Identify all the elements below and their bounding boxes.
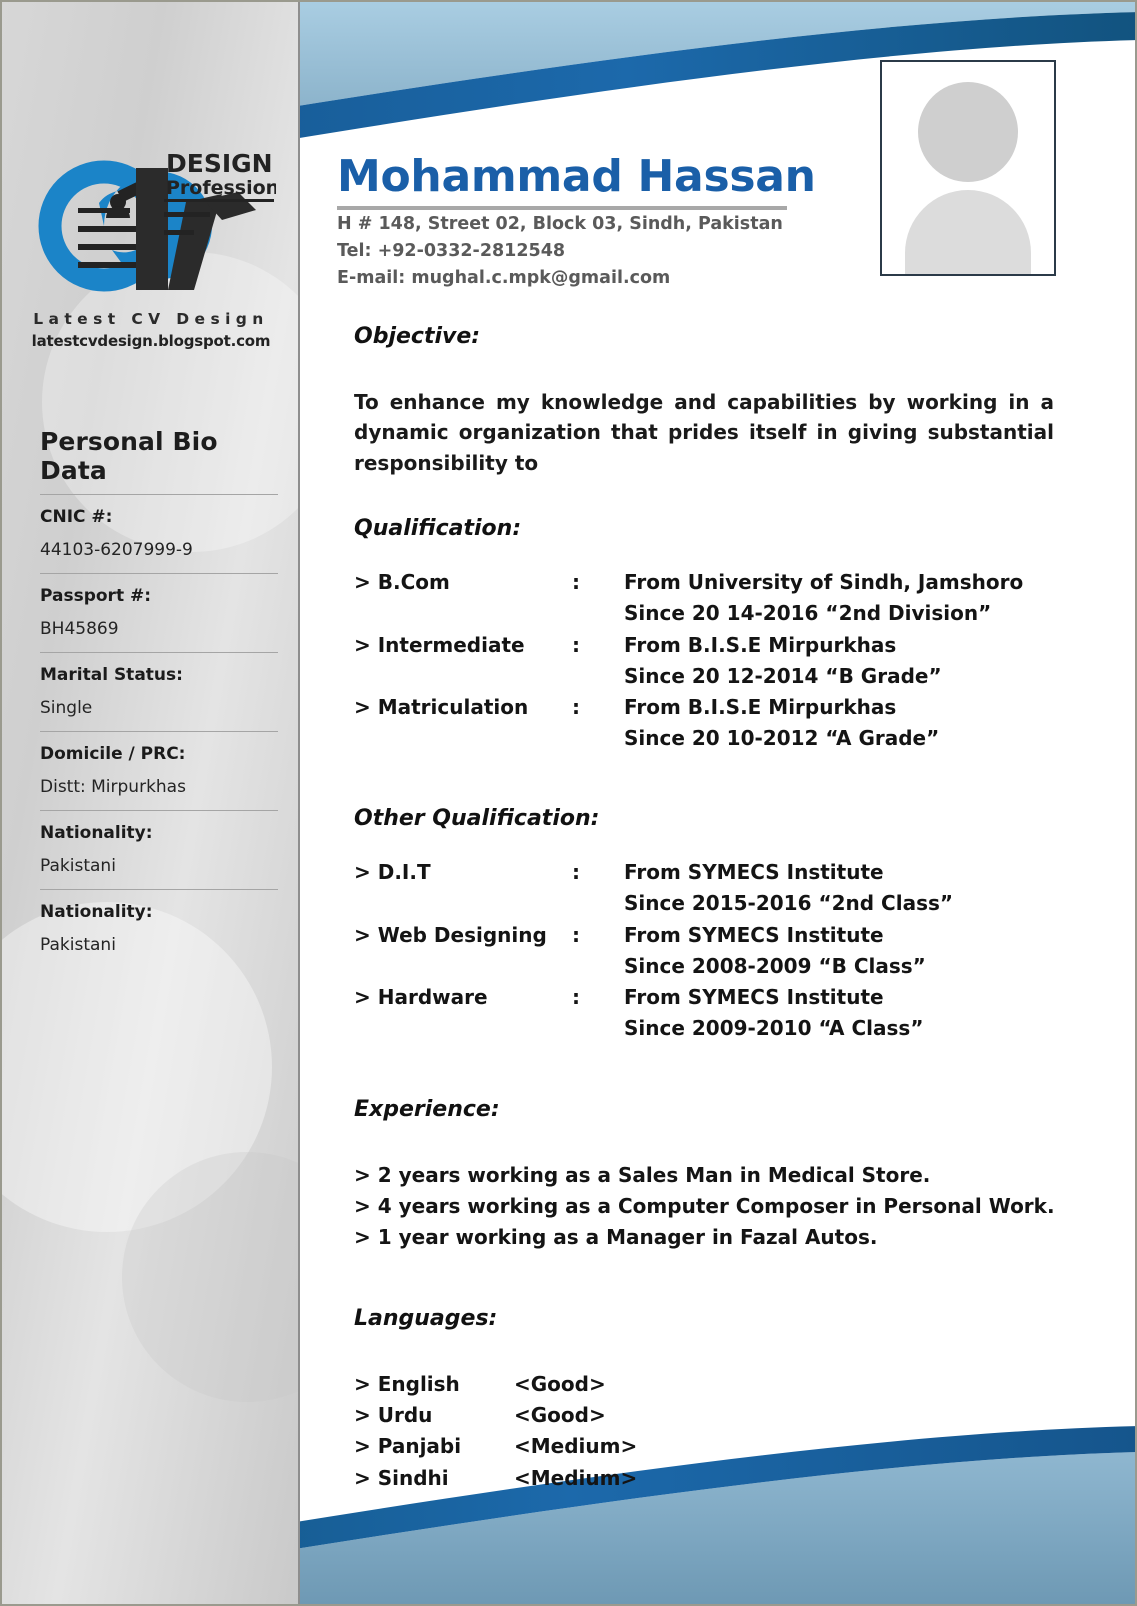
language-row: > Panjabi <Medium>: [354, 1431, 1114, 1462]
cv-page: DESIGN Professional Latest CV Design lat…: [0, 0, 1137, 1606]
other-qualification-from: From SYMECS Institute: [624, 922, 884, 947]
language-name: > Panjabi: [354, 1434, 462, 1459]
qualification-name: > Intermediate: [354, 632, 525, 657]
qualification-row: > B.Com : From University of Sindh, Jams…: [354, 567, 1114, 598]
qualification-since: Since 20 10-2012 “A Grade”: [624, 725, 940, 750]
bio-label-marital-status: Marital Status:: [40, 665, 183, 685]
language-row: > Urdu <Good>: [354, 1400, 1114, 1431]
other-qualification-name: > D.I.T: [354, 860, 431, 885]
other-qualification-row: > D.I.T : From SYMECS Institute: [354, 857, 1114, 888]
bio-label-passport: Passport #:: [40, 586, 152, 606]
other-qualification-from: From SYMECS Institute: [624, 860, 884, 885]
bio-row: CNIC #: 44103-6207999-9: [40, 494, 278, 574]
bio-label-cnic: CNIC #:: [40, 494, 278, 527]
bio-value-nationality: Pakistani: [40, 843, 278, 890]
section-other-qualification: Other Qualification: > D.I.T : From SYME…: [354, 806, 1114, 1044]
section-languages: Languages: > English <Good> > Urdu <Good…: [354, 1306, 1114, 1495]
section-qualification: Qualification: > B.Com : From University…: [354, 516, 1114, 754]
qualification-row: > Intermediate : From B.I.S.E Mirpurkhas: [354, 630, 1114, 661]
other-qualification-since: Since 2009-2010 “A Class”: [624, 1016, 924, 1041]
main-content: Mohammad Hassan H # 148, Street 02, Bloc…: [302, 2, 1135, 1604]
section-experience: Experience: > 2 years working as a Sales…: [354, 1097, 1114, 1254]
personal-bio-data-block: Personal Bio Data CNIC #: 44103-6207999-…: [40, 427, 278, 968]
bio-label-nationality: Nationality:: [40, 823, 153, 843]
person-placeholder-body-icon: [905, 190, 1031, 274]
qualification-heading: Qualification:: [354, 516, 522, 542]
bio-data-title: Personal Bio Data: [40, 427, 218, 485]
logo-professional-text: Professional: [166, 177, 276, 199]
qualification-name: > Matriculation: [354, 694, 529, 719]
experience-item: > 2 years working as a Sales Man in Medi…: [354, 1162, 931, 1187]
qualification-since: Since 20 12-2014 “B Grade”: [624, 663, 942, 688]
bio-value-passport: BH45869: [40, 606, 278, 653]
bio-label-domicile: Domicile / PRC:: [40, 744, 186, 764]
person-placeholder-icon: [918, 82, 1018, 182]
qualification-from: From University of Sindh, Jamshoro: [624, 570, 1024, 595]
language-name: > Urdu: [354, 1403, 433, 1428]
objective-heading: Objective:: [354, 324, 481, 349]
cv-header: Mohammad Hassan H # 148, Street 02, Bloc…: [337, 151, 857, 291]
experience-item: > 4 years working as a Computer Composer…: [354, 1193, 1055, 1218]
bio-value-marital-status: Single: [40, 685, 278, 732]
language-level: <Good>: [514, 1403, 606, 1428]
qualification-colon: :: [572, 694, 580, 719]
bio-value-domicile: Distt: Mirpurkhas: [40, 764, 278, 811]
bio-row: Nationality: Pakistani: [40, 811, 278, 890]
other-qualification-colon: :: [572, 860, 580, 885]
language-name: > English: [354, 1371, 460, 1396]
qualification-colon: :: [572, 632, 580, 657]
objective-body: To enhance my knowledge and capabilities…: [354, 390, 1054, 475]
other-qualification-from: From SYMECS Institute: [624, 985, 884, 1010]
bio-value-cnic: 44103-6207999-9: [40, 527, 278, 574]
brand-logo: DESIGN Professional Latest CV Design lat…: [2, 149, 298, 350]
cv-logo-svg: DESIGN Professional: [38, 149, 298, 292]
bio-value-nationality-2: Pakistani: [40, 935, 116, 955]
languages-heading: Languages:: [354, 1305, 498, 1331]
qualification-from: From B.I.S.E Mirpurkhas: [624, 694, 897, 719]
qualification-since: Since 20 14-2016 “2nd Division”: [624, 601, 992, 626]
bio-row: Nationality: Pakistani: [40, 890, 278, 968]
contact-tel: Tel: +92-0332-2812548: [337, 241, 566, 262]
language-row: > Sindhi <Medium>: [354, 1463, 1114, 1494]
contact-email: E-mail: mughal.c.mpk@gmail.com: [337, 268, 671, 289]
sidebar-watermark-circle: [122, 1152, 298, 1402]
cv-sections: Objective: To enhance my knowledge and c…: [354, 324, 1114, 1494]
sidebar: DESIGN Professional Latest CV Design lat…: [2, 2, 300, 1604]
contact-address: H # 148, Street 02, Block 03, Sindh, Pak…: [337, 214, 783, 235]
qualification-name: > B.Com: [354, 570, 450, 595]
bio-row: Passport #: BH45869: [40, 574, 278, 653]
other-qualification-heading: Other Qualification:: [354, 806, 600, 832]
logo-url: latestcvdesign.blogspot.com: [31, 332, 271, 350]
qualification-colon: :: [572, 570, 580, 595]
language-level: <Medium>: [514, 1465, 638, 1490]
language-name: > Sindhi: [354, 1465, 449, 1490]
photo-frame: [880, 60, 1056, 276]
experience-heading: Experience:: [354, 1096, 500, 1122]
language-level: <Good>: [514, 1371, 606, 1396]
bio-label-nationality-2: Nationality:: [40, 902, 153, 922]
logo-design-text: DESIGN: [166, 150, 273, 178]
other-qualification-row: > Web Designing : From SYMECS Institute: [354, 920, 1114, 951]
language-level: <Medium>: [514, 1434, 638, 1459]
qualification-from: From B.I.S.E Mirpurkhas: [624, 632, 897, 657]
other-qualification-colon: :: [572, 985, 580, 1010]
other-qualification-since: Since 2015-2016 “2nd Class”: [624, 891, 954, 916]
other-qualification-colon: :: [572, 922, 580, 947]
cv-logo-icon: DESIGN Professional: [26, 149, 298, 302]
qualification-row: > Matriculation : From B.I.S.E Mirpurkha…: [354, 692, 1114, 723]
other-qualification-name: > Web Designing: [354, 922, 547, 947]
page-title: Mohammad Hassan: [337, 151, 816, 202]
bio-row: Domicile / PRC: Distt: Mirpurkhas: [40, 732, 278, 811]
other-qualification-row: > Hardware : From SYMECS Institute: [354, 982, 1114, 1013]
other-qualification-since: Since 2008-2009 “B Class”: [624, 953, 926, 978]
other-qualification-name: > Hardware: [354, 985, 488, 1010]
section-objective: Objective: To enhance my knowledge and c…: [354, 324, 1114, 478]
experience-item: > 1 year working as a Manager in Fazal A…: [354, 1225, 878, 1250]
language-row: > English <Good>: [354, 1369, 1114, 1400]
bio-row: Marital Status: Single: [40, 653, 278, 732]
logo-tagline: Latest CV Design: [33, 310, 269, 328]
